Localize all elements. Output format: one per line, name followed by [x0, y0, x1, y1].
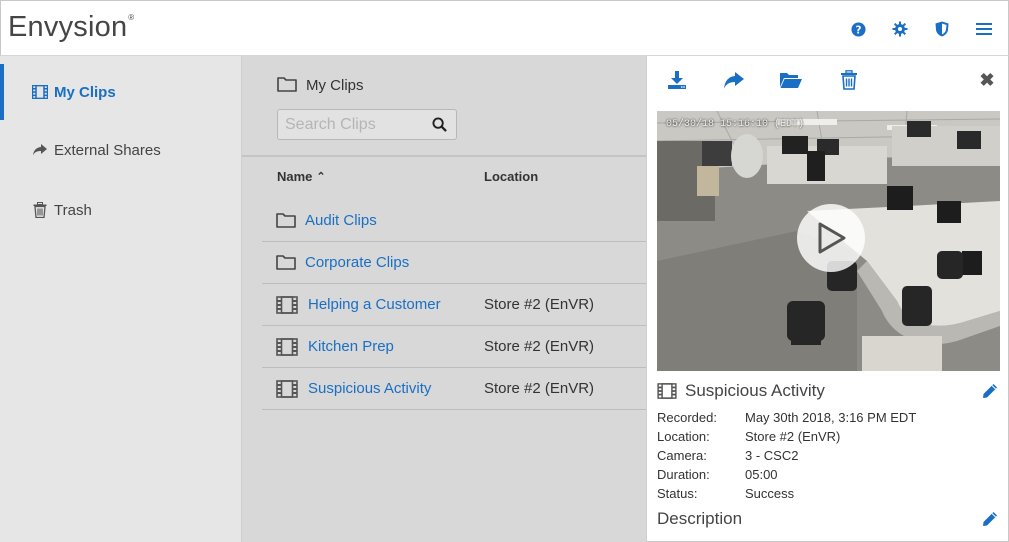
folder-icon	[277, 76, 297, 94]
edit-description-icon[interactable]	[982, 511, 998, 527]
sidebar-item-label: Trash	[54, 201, 92, 219]
film-icon	[276, 380, 298, 398]
shield-icon[interactable]	[932, 19, 952, 39]
play-icon	[818, 222, 846, 254]
video-timestamp: 05/30/18 15:16:10 (EDT)	[666, 119, 805, 130]
list-header: My Clips	[242, 56, 646, 157]
sort-ascending-icon: ⌃	[316, 171, 326, 183]
film-icon	[276, 338, 298, 356]
envysion-logo[interactable]: Envysion®	[8, 11, 134, 44]
list-item-name[interactable]: Helping a Customer	[308, 296, 441, 313]
download-icon[interactable]	[665, 68, 689, 92]
film-icon	[276, 296, 298, 314]
folder-open-icon[interactable]	[779, 68, 803, 92]
folder-icon	[276, 254, 298, 272]
description-heading: Description	[657, 509, 743, 528]
list-item[interactable]: Audit Clips	[262, 200, 646, 242]
location-label: Location:	[657, 429, 710, 444]
status-value: Success	[745, 486, 795, 501]
sidebar-item-my-clips[interactable]: My Clips	[0, 64, 241, 120]
edit-title-icon[interactable]	[982, 383, 998, 399]
sidebar-item-trash[interactable]: Trash	[0, 182, 241, 238]
folder-icon	[276, 212, 298, 230]
camera-label: Camera:	[657, 448, 707, 463]
gear-icon[interactable]	[890, 19, 910, 39]
close-icon[interactable]: ✖	[975, 68, 999, 92]
duration-value: 05:00	[745, 467, 778, 482]
list-item[interactable]: Helping a Customer Store #2 (EnVR)	[262, 284, 646, 326]
list-item-name[interactable]: Audit Clips	[305, 212, 377, 229]
film-icon	[32, 84, 48, 100]
breadcrumb[interactable]: My Clips	[277, 76, 364, 94]
share-icon[interactable]	[722, 68, 746, 92]
column-header-location[interactable]: Location	[484, 169, 538, 184]
search-icon[interactable]	[430, 116, 448, 134]
menu-icon[interactable]	[974, 19, 994, 39]
search-input[interactable]	[278, 115, 426, 134]
sidebar-item-label: My Clips	[54, 83, 116, 101]
clip-list: Audit Clips Corporate Clips Helping a Cu…	[262, 200, 646, 410]
clip-title: Suspicious Activity	[657, 381, 825, 401]
column-header-name[interactable]: Name ⌃	[277, 169, 326, 184]
recorded-label: Recorded:	[657, 410, 717, 425]
list-item-name[interactable]: Suspicious Activity	[308, 380, 431, 397]
share-icon	[32, 142, 48, 158]
list-item[interactable]: Suspicious Activity Store #2 (EnVR)	[262, 368, 646, 410]
sidebar-item-label: External Shares	[54, 141, 161, 159]
help-icon[interactable]: ?	[848, 19, 868, 39]
clip-title-text: Suspicious Activity	[685, 381, 825, 400]
search-box	[277, 109, 457, 140]
recorded-value: May 30th 2018, 3:16 PM EDT	[745, 410, 917, 425]
location-value: Store #2 (EnVR)	[745, 429, 841, 444]
top-header: Envysion® ?	[0, 0, 1009, 56]
list-item-location: Store #2 (EnVR)	[484, 296, 595, 313]
clip-list-pane: My Clips Name ⌃ Location Audit Clips Cor…	[242, 56, 646, 542]
clip-detail-panel: ✖ 05/30/18 15:16:10 (EDT) Suspicious Act…	[646, 56, 1009, 542]
svg-text:?: ?	[855, 24, 861, 36]
play-button[interactable]	[797, 204, 865, 272]
video-player[interactable]: 05/30/18 15:16:10 (EDT)	[657, 111, 1000, 371]
camera-value: 3 - CSC2	[745, 448, 799, 463]
status-label: Status:	[657, 486, 698, 501]
breadcrumb-label: My Clips	[306, 76, 364, 94]
sidebar: My Clips External Shares Trash	[0, 56, 242, 542]
list-item-name[interactable]: Kitchen Prep	[308, 338, 394, 355]
list-item-location: Store #2 (EnVR)	[484, 338, 595, 355]
list-item-location: Store #2 (EnVR)	[484, 380, 595, 397]
sidebar-item-external-shares[interactable]: External Shares	[0, 122, 241, 178]
list-item[interactable]: Kitchen Prep Store #2 (EnVR)	[262, 326, 646, 368]
trash-icon[interactable]	[837, 68, 861, 92]
clip-metadata: Recorded: May 30th 2018, 3:16 PM EDT Loca…	[657, 408, 916, 503]
duration-label: Duration:	[657, 467, 710, 482]
list-item[interactable]: Corporate Clips	[262, 242, 646, 284]
list-item-name[interactable]: Corporate Clips	[305, 254, 409, 271]
trash-icon	[32, 202, 48, 218]
film-icon	[657, 383, 677, 399]
